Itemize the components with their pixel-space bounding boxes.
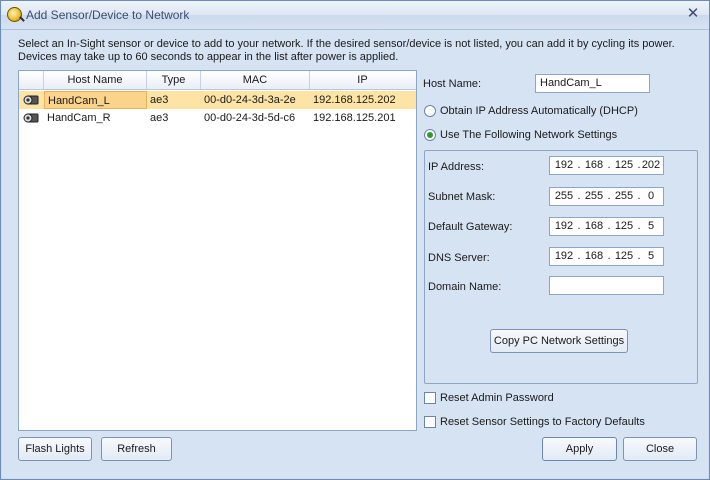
cell-mac: 00-d0-24-3d-3a-2e (204, 94, 296, 106)
domain-name-input[interactable] (549, 276, 664, 295)
header-icon-column (19, 71, 44, 89)
magnifier-icon (7, 7, 22, 22)
reset-factory-defaults-label: Reset Sensor Settings to Factory Default… (440, 416, 645, 428)
table-row[interactable]: HandCam_L ae3 00-d0-24-3d-3a-2e 192.168.… (19, 91, 416, 109)
cell-host-name: HandCam_L (44, 91, 147, 109)
ip-address-label: IP Address: (428, 161, 485, 173)
list-header: Host Name Type MAC IP (19, 71, 416, 90)
close-icon[interactable]: ✕ (683, 5, 703, 23)
cell-ip: 192.168.125.201 (313, 112, 396, 124)
reset-factory-defaults-checkbox[interactable] (424, 416, 436, 428)
dialog-body: Select an In-Sight sensor or device to a… (2, 30, 708, 478)
reset-admin-password-checkbox[interactable] (424, 392, 436, 404)
host-name-label: Host Name: (423, 78, 482, 90)
dhcp-label: Obtain IP Address Automatically (DHCP) (440, 105, 638, 117)
cell-type: ae3 (150, 94, 169, 106)
window-title: Add Sensor/Device to Network (26, 8, 190, 22)
dns-server-label: DNS Server: (428, 252, 490, 264)
close-button[interactable]: Close (623, 437, 697, 461)
cell-type: ae3 (150, 112, 169, 124)
static-network-radio[interactable] (424, 129, 436, 141)
refresh-button[interactable]: Refresh (101, 437, 172, 461)
intro-text: Select an In-Sight sensor or device to a… (18, 38, 675, 63)
subnet-mask-label: Subnet Mask: (428, 191, 496, 203)
cell-ip: 192.168.125.202 (313, 94, 396, 106)
camera-icon (23, 95, 39, 105)
table-row[interactable]: HandCam_R ae3 00-d0-24-3d-5d-c6 192.168.… (19, 109, 416, 127)
dns-server-field[interactable]: 192. 168. 125. 5 (549, 247, 664, 266)
title-bar: Add Sensor/Device to Network ✕ (1, 1, 709, 30)
static-network-label: Use The Following Network Settings (440, 129, 618, 141)
column-header-type[interactable]: Type (147, 71, 201, 89)
copy-pc-network-settings-button[interactable]: Copy PC Network Settings (490, 329, 628, 353)
device-list[interactable]: Host Name Type MAC IP HandCam_L ae3 00-d… (18, 70, 417, 431)
host-name-input[interactable]: HandCam_L (535, 74, 650, 93)
flash-lights-button[interactable]: Flash Lights (18, 437, 92, 461)
camera-icon (23, 113, 39, 123)
add-sensor-dialog: Add Sensor/Device to Network ✕ Select an… (0, 0, 710, 480)
dhcp-radio[interactable] (424, 105, 436, 117)
column-header-host-name[interactable]: Host Name (44, 71, 147, 89)
ip-address-field[interactable]: 192. 168. 125. 202 (549, 156, 664, 175)
default-gateway-field[interactable]: 192. 168. 125. 5 (549, 217, 664, 236)
reset-admin-password-label: Reset Admin Password (440, 392, 554, 404)
column-header-mac[interactable]: MAC (201, 71, 310, 89)
cell-host-name: HandCam_R (47, 112, 111, 124)
default-gateway-label: Default Gateway: (428, 221, 513, 233)
subnet-mask-field[interactable]: 255. 255. 255. 0 (549, 187, 664, 206)
cell-mac: 00-d0-24-3d-5d-c6 (204, 112, 296, 124)
column-header-ip[interactable]: IP (310, 71, 415, 89)
apply-button[interactable]: Apply (542, 437, 617, 461)
domain-name-label: Domain Name: (428, 281, 502, 293)
